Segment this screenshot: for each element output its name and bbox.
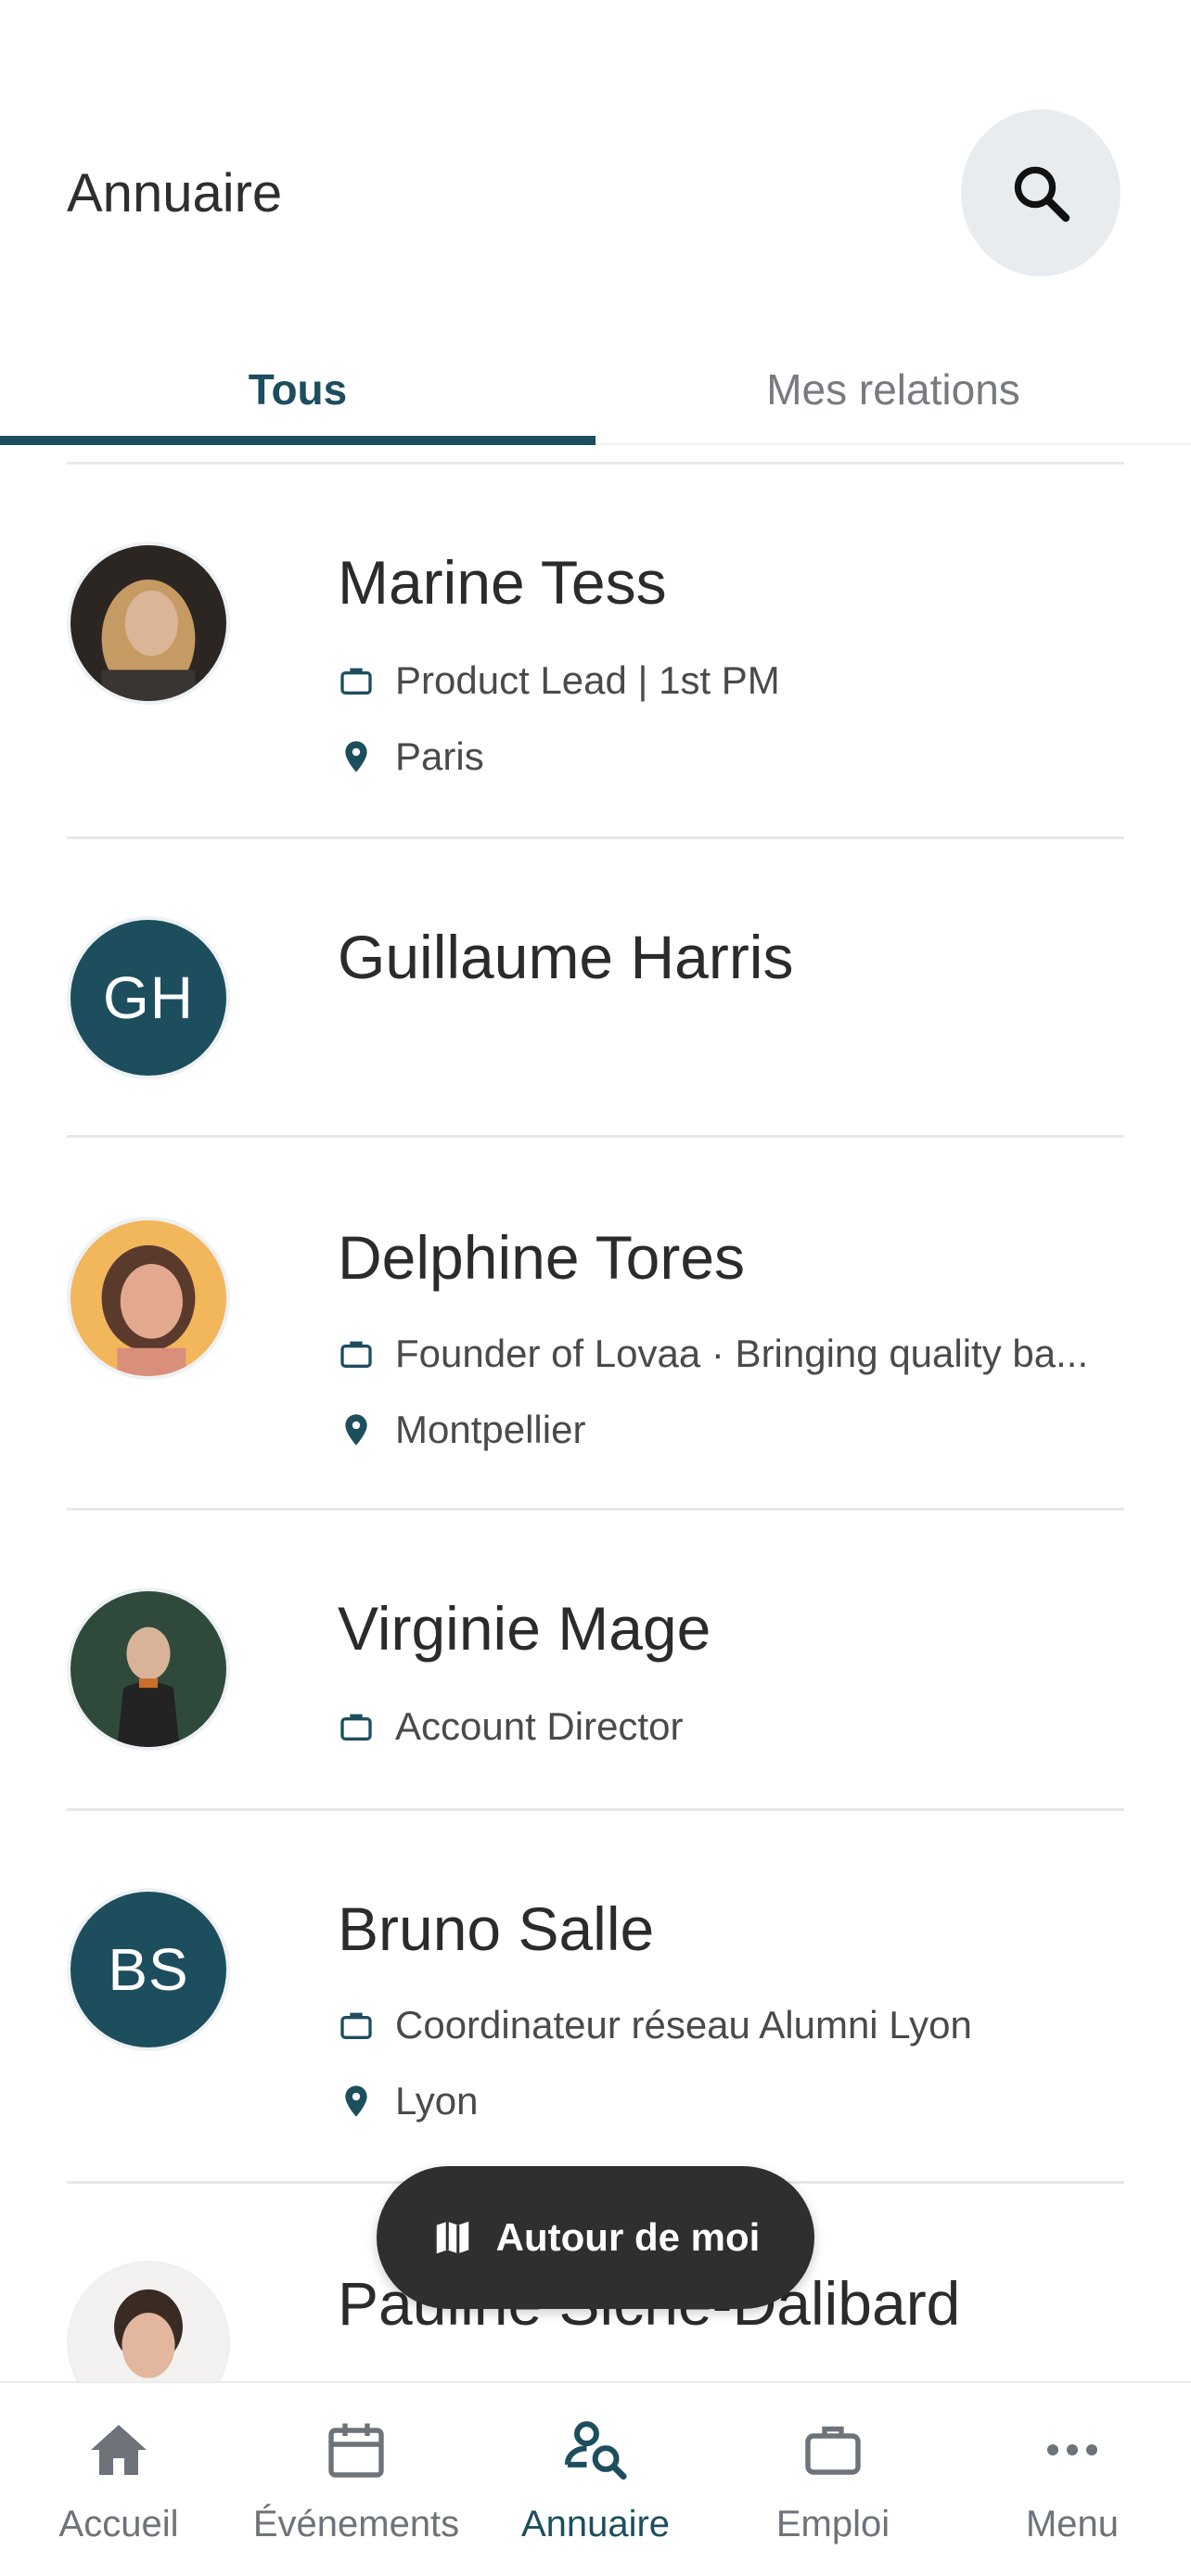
person-location: Paris bbox=[338, 734, 484, 779]
search-button[interactable] bbox=[961, 109, 1121, 276]
location-pin-icon bbox=[338, 2083, 375, 2120]
person-name: Delphine Tores bbox=[338, 1223, 746, 1292]
briefcase-icon bbox=[338, 1335, 375, 1372]
avatar-photo bbox=[70, 1591, 226, 1747]
person-job: Product Lead | 1st PM bbox=[338, 658, 780, 703]
avatar-initials: BS bbox=[67, 1888, 230, 2051]
divider bbox=[67, 1808, 1124, 1811]
briefcase-icon bbox=[338, 662, 375, 699]
directory-search-icon bbox=[557, 2411, 634, 2489]
avatar bbox=[67, 1588, 230, 1751]
avatar bbox=[67, 542, 230, 705]
divider bbox=[67, 462, 1124, 465]
person-job: Founder of Lovaa · Bringing quality ba..… bbox=[338, 1332, 1088, 1376]
briefcase-icon bbox=[338, 2007, 375, 2044]
nav-item-jobs[interactable]: Emploi bbox=[714, 2383, 952, 2576]
around-me-button[interactable]: Autour de moi bbox=[377, 2166, 814, 2309]
nav-item-events[interactable]: Événements bbox=[237, 2383, 475, 2576]
person-job: Account Director bbox=[338, 1704, 683, 1749]
calendar-icon bbox=[317, 2411, 395, 2489]
nav-item-directory[interactable]: Annuaire bbox=[477, 2383, 714, 2576]
location-pin-icon bbox=[338, 1411, 375, 1448]
divider bbox=[67, 1508, 1124, 1511]
person-job: Coordinateur réseau Alumni Lyon bbox=[338, 2003, 972, 2047]
person-name: Virginie Mage bbox=[338, 1594, 711, 1663]
directory-screen: Annuaire Tous Mes relations Marine Tess … bbox=[0, 0, 1191, 2576]
map-icon bbox=[431, 2216, 474, 2259]
person-name: Guillaume Harris bbox=[338, 923, 794, 991]
home-icon bbox=[80, 2411, 158, 2489]
tab-all[interactable]: Tous bbox=[0, 334, 596, 445]
avatar-photo bbox=[70, 1220, 226, 1376]
briefcase-icon bbox=[338, 1708, 375, 1745]
person-name: Marine Tess bbox=[338, 548, 667, 617]
tab-my-relations[interactable]: Mes relations bbox=[596, 334, 1191, 445]
search-icon bbox=[1014, 166, 1070, 223]
page-title: Annuaire bbox=[67, 163, 283, 223]
divider bbox=[67, 1135, 1124, 1138]
app-header: Annuaire bbox=[0, 0, 1191, 315]
tab-bar: Tous Mes relations bbox=[0, 334, 1191, 445]
nav-item-home[interactable]: Accueil bbox=[0, 2383, 237, 2576]
person-location: Lyon bbox=[338, 2079, 479, 2123]
person-location: Montpellier bbox=[338, 1408, 585, 1452]
avatar-photo bbox=[70, 545, 226, 701]
avatar bbox=[67, 1217, 230, 1380]
bottom-navigation: Accueil Événements Annuaire Emploi Menu bbox=[0, 2381, 1191, 2576]
location-pin-icon bbox=[338, 738, 375, 775]
nav-item-menu[interactable]: Menu bbox=[954, 2383, 1191, 2576]
person-name: Bruno Salle bbox=[338, 1894, 655, 1963]
more-icon bbox=[1033, 2411, 1111, 2489]
briefcase-icon bbox=[794, 2411, 872, 2489]
divider bbox=[67, 836, 1124, 839]
avatar-initials: GH bbox=[67, 916, 230, 1079]
active-tab-indicator bbox=[0, 436, 596, 445]
